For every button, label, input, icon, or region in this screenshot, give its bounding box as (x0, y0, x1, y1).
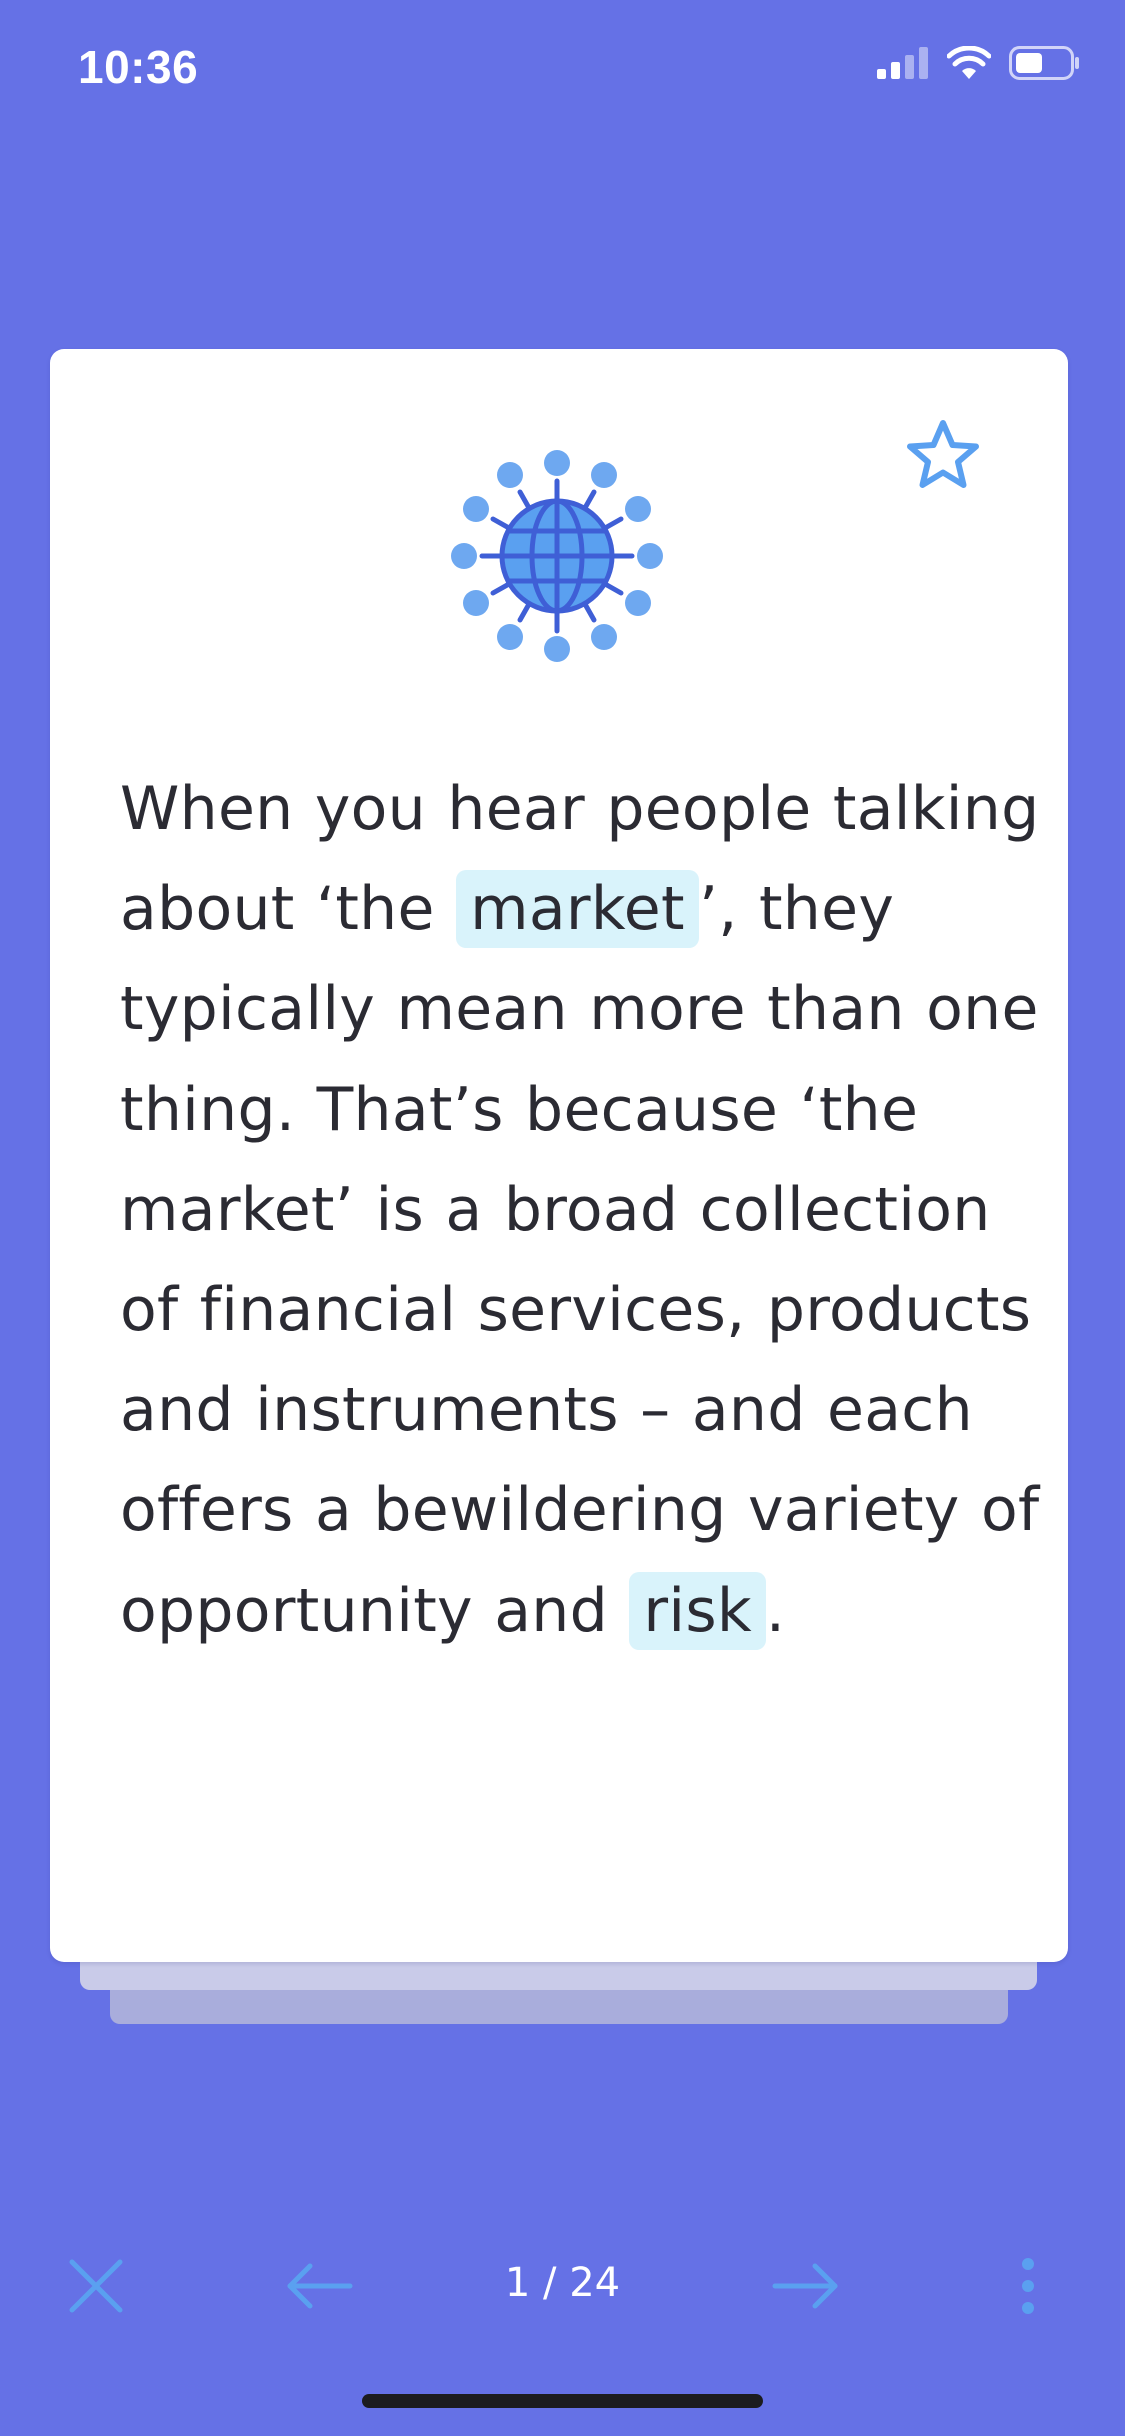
globe-network-icon (442, 441, 672, 671)
battery-icon (1009, 46, 1079, 80)
status-time: 10:36 (78, 41, 199, 93)
previous-page-button[interactable] (280, 2246, 360, 2326)
more-vertical-icon (1022, 2258, 1034, 2314)
body-text-main: ’, they typically mean more than one thi… (120, 874, 1040, 1646)
close-icon (69, 2259, 123, 2313)
bookmark-star-icon[interactable] (903, 415, 983, 495)
cellular-signal-icon (877, 47, 928, 79)
more-options-button[interactable] (988, 2246, 1068, 2326)
status-bar: 10:36 (0, 0, 1125, 140)
body-text-end: . (765, 1575, 786, 1646)
glossary-term-market[interactable]: market (456, 870, 699, 949)
content-card: When you hear people talking about ‘the … (50, 349, 1068, 1962)
home-indicator[interactable] (362, 2394, 763, 2408)
page-counter: 1 / 24 (504, 2260, 621, 2306)
status-icons (877, 46, 1081, 80)
bottom-navigation: 1 / 24 (0, 2220, 1125, 2340)
arrow-left-icon (287, 2263, 353, 2309)
glossary-term-risk[interactable]: risk (629, 1571, 766, 1650)
arrow-right-icon (772, 2263, 838, 2309)
wifi-icon (947, 46, 991, 79)
close-button[interactable] (56, 2246, 136, 2326)
next-page-button[interactable] (765, 2246, 845, 2326)
card-body-text: When you hear people talking about ‘the … (120, 759, 1050, 1661)
